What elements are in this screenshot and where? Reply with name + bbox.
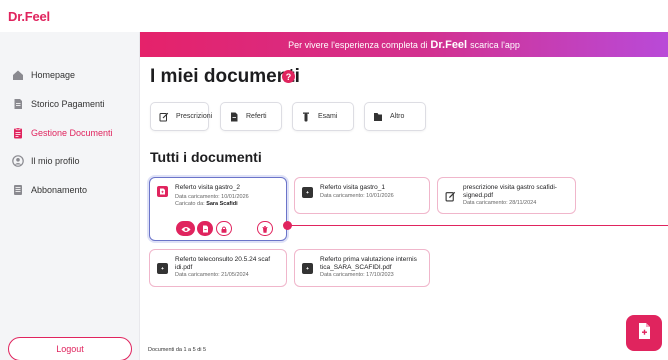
eye-icon [181,220,191,238]
file-icon [302,263,313,274]
page-title: I miei documenti [150,66,300,87]
file-icon [157,263,168,274]
uploader-name: Sara Scafidi [206,201,238,207]
user-icon [12,155,24,167]
category-altro-button[interactable]: Altro [364,102,426,131]
document-name: Referto teleconsulto 20.5.24 scaf idi.pd… [175,256,270,272]
document-name: Referto visita gastro_1 [320,184,386,191]
document-card[interactable]: Referto visita gastro_2 Data caricamento… [149,177,287,241]
document-card[interactable]: Referto teleconsulto 20.5.24 scaf idi.pd… [149,249,287,287]
upload-document-button[interactable] [626,315,662,351]
connector-line [287,225,668,226]
sidebar-item-label: Homepage [31,70,76,80]
home-icon [12,69,24,81]
view-document-button[interactable] [176,221,195,236]
folder-icon [373,112,383,122]
sidebar-item-label: Il mio profilo [31,156,80,166]
document-name: prescrizione visita gastro scafidi- sign… [463,184,557,200]
category-esami-button[interactable]: Esami [292,102,354,131]
lock-icon [221,220,227,238]
sidebar-item-label: Gestione Documenti [31,128,113,138]
document-name-line: idi.pdf [175,264,193,271]
prescription-icon [159,112,169,122]
category-referti-button[interactable]: Referti [220,102,282,131]
app-logo[interactable]: Dr.Feel [8,9,50,24]
delete-document-button[interactable] [257,221,273,236]
test-tube-icon [301,112,311,122]
document-name-line: Referto teleconsulto 20.5.24 scaf [175,256,271,263]
document-icon [12,98,24,110]
app-promo-banner[interactable]: Per vivere l'esperienza completa di Dr.F… [140,32,668,57]
clipboard-icon [12,127,24,139]
document-name-line: tica_SARA_SCAFIDI.pdf [320,264,392,271]
section-title: Tutti i documenti [150,149,262,165]
logout-button[interactable]: Logout [8,337,132,360]
file-icon [157,186,168,197]
top-bar: Dr.Feel [0,0,668,32]
category-label: Prescrizioni [176,113,213,120]
document-uploader: Caricato da: Sara Scafidi [175,201,238,207]
connector-dot [283,221,292,230]
list-icon [12,184,24,196]
download-icon [202,220,209,238]
sidebar: Homepage Storico Pagamenti Gestione Docu… [0,32,140,360]
category-label: Esami [318,113,338,120]
document-card[interactable]: Referto visita gastro_1 Data caricamento… [294,177,430,214]
banner-text: Per vivere l'esperienza completa di [288,39,428,50]
category-prescrizioni-button[interactable]: Prescrizioni [150,102,213,131]
sidebar-item-gestione-documenti[interactable]: Gestione Documenti [0,122,140,144]
download-document-button[interactable] [197,221,213,236]
category-label: Altro [390,113,405,120]
document-date: Data caricamento: 10/01/2026 [320,193,394,199]
lock-document-button[interactable] [216,221,232,236]
file-icon [302,187,313,198]
document-name: Referto visita gastro_2 [175,184,241,191]
document-name-line: signed.pdf [463,192,493,199]
banner-brand: Dr.Feel [430,38,468,51]
file-icon [229,112,239,122]
sidebar-item-label: Storico Pagamenti [31,99,105,109]
document-date: Data caricamento: 21/05/2024 [175,272,249,278]
upload-document-icon [636,322,652,345]
document-name: Referto prima valutazione internis tica_… [320,256,417,272]
category-label: Referti [246,113,267,120]
sidebar-item-label: Abbonamento [31,185,88,195]
document-name-line: prescrizione visita gastro scafidi- [463,184,557,191]
document-date: Data caricamento: 28/11/2024 [463,200,537,206]
document-card[interactable]: prescrizione visita gastro scafidi- sign… [437,177,576,214]
document-card[interactable]: Referto prima valutazione internis tica_… [294,249,430,287]
document-date: Data caricamento: 17/10/2023 [320,272,394,278]
banner-text-end: scarica l'app [470,39,520,50]
sidebar-item-storico-pagamenti[interactable]: Storico Pagamenti [0,93,140,115]
prescription-icon [445,191,456,202]
sidebar-item-abbonamento[interactable]: Abbonamento [0,179,140,201]
sidebar-item-homepage[interactable]: Homepage [0,64,140,86]
uploader-label: Caricato da: [175,201,205,207]
document-name-line: Referto prima valutazione internis [320,256,417,263]
document-date: Data caricamento: 10/01/2026 [175,194,249,200]
sidebar-item-il-mio-profilo[interactable]: Il mio profilo [0,150,140,172]
pagination-count: Documenti da 1 a 5 di 5 [148,347,207,353]
trash-icon [262,220,268,238]
help-icon[interactable]: ? [282,70,295,83]
